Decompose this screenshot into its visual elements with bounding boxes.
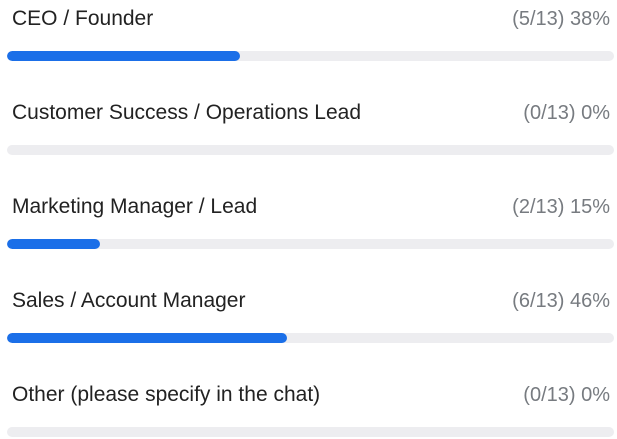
poll-option-row: Marketing Manager / Lead (2/13) 15% — [12, 191, 610, 223]
poll-option-stat: (2/13) 15% — [512, 195, 610, 218]
poll-option-row: CEO / Founder (5/13) 38% — [12, 3, 610, 35]
poll-option-row: Other (please specify in the chat) (0/13… — [12, 379, 610, 411]
poll-option-customer-success: Customer Success / Operations Lead (0/13… — [7, 97, 614, 157]
poll-option-stat: (5/13) 38% — [512, 7, 610, 30]
poll-option-label: CEO / Founder — [12, 7, 154, 30]
poll-option-stat: (0/13) 0% — [523, 383, 610, 406]
poll-option-row: Customer Success / Operations Lead (0/13… — [12, 97, 610, 129]
poll-option-row: Sales / Account Manager (6/13) 46% — [12, 285, 610, 317]
progress-bar-track — [7, 51, 614, 61]
poll-option-sales-account-manager: Sales / Account Manager (6/13) 46% — [7, 285, 614, 345]
poll-option-stat: (0/13) 0% — [523, 101, 610, 124]
progress-bar-track — [7, 145, 614, 155]
progress-bar-track — [7, 427, 614, 437]
poll-option-label: Marketing Manager / Lead — [12, 195, 258, 218]
poll-option-other: Other (please specify in the chat) (0/13… — [7, 379, 614, 439]
progress-bar-track — [7, 333, 614, 343]
poll-option-label: Other (please specify in the chat) — [12, 383, 321, 406]
progress-bar-track — [7, 239, 614, 249]
poll-results: CEO / Founder (5/13) 38% Customer Succes… — [0, 0, 617, 437]
progress-bar-fill — [7, 51, 241, 61]
poll-option-marketing-manager: Marketing Manager / Lead (2/13) 15% — [7, 191, 614, 251]
poll-option-ceo-founder: CEO / Founder (5/13) 38% — [7, 3, 614, 63]
progress-bar-fill — [7, 239, 101, 249]
poll-option-label: Customer Success / Operations Lead — [12, 101, 362, 124]
poll-option-stat: (6/13) 46% — [512, 289, 610, 312]
poll-option-label: Sales / Account Manager — [12, 289, 246, 312]
progress-bar-fill — [7, 333, 288, 343]
